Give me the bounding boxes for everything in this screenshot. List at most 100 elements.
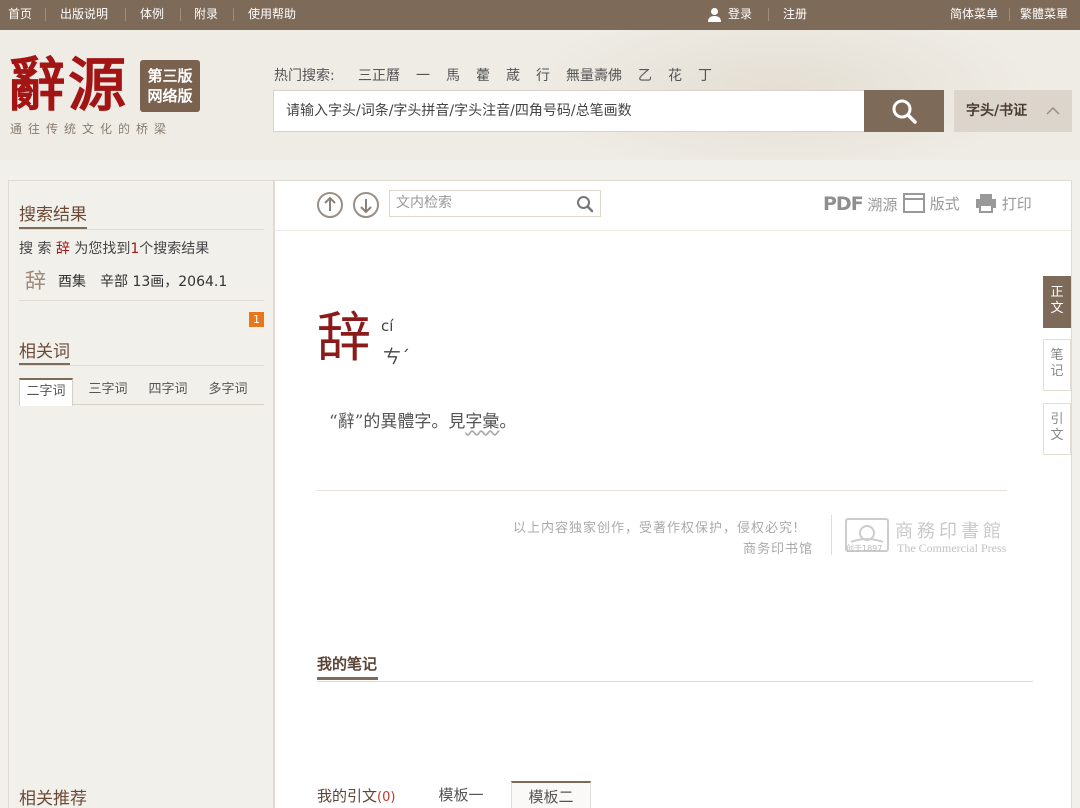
result-suffix: 个搜索结果 xyxy=(139,241,210,257)
entry-content-panel: 文内检索 PDF 溯源 版式 打印 辞 cí ㄘˊ “辭”的異體字。見字彙。 以… xyxy=(274,180,1072,808)
main-search-input[interactable]: 请输入字头/词条/字头拼音/字头注音/四角号码/总笔画数 xyxy=(273,90,865,132)
previous-entry-button[interactable] xyxy=(317,192,343,218)
result-count: 1 xyxy=(130,241,140,257)
arrow-up-icon xyxy=(324,196,336,211)
next-entry-button[interactable] xyxy=(353,192,379,218)
register-link[interactable]: 注册 xyxy=(783,0,807,30)
hot-search-word[interactable]: 花 xyxy=(668,68,682,84)
nav-style-guide-link[interactable]: 体例 xyxy=(140,0,164,30)
nav-divider xyxy=(768,8,769,21)
arrow-down-icon xyxy=(360,199,372,214)
print-button[interactable]: 打印 xyxy=(975,193,1032,214)
my-notes-title[interactable]: 我的笔记 xyxy=(317,653,377,674)
result-info: 酉集 辛部 13画，2064.1 xyxy=(58,274,228,290)
search-button[interactable] xyxy=(864,90,944,132)
chevron-up-icon xyxy=(1046,90,1060,132)
zhuyin: ㄘˊ xyxy=(383,347,410,368)
search-icon xyxy=(892,99,917,124)
nav-divider xyxy=(233,8,234,21)
edition-badge: 第三版 网络版 xyxy=(140,60,200,112)
divider xyxy=(19,365,264,366)
hot-search-words: 三正曆一馬藿葴行無量壽佛乙花丁 xyxy=(358,65,728,85)
side-tab-label: 正文 xyxy=(1050,285,1064,316)
nav-home-link[interactable]: 首页 xyxy=(8,0,32,30)
nav-appendix-link[interactable]: 附录 xyxy=(194,0,218,30)
hot-search-word[interactable]: 乙 xyxy=(638,68,652,84)
result-prefix: 搜 索 xyxy=(19,241,52,257)
tab-multi-char-words[interactable]: 多字词 xyxy=(205,378,251,405)
count-badge: 1 xyxy=(249,312,264,327)
hot-search-word[interactable]: 馬 xyxy=(446,68,460,84)
search-type-dropdown[interactable]: 字头/书证 xyxy=(954,90,1072,132)
login-link[interactable]: 登录 xyxy=(728,0,752,30)
word-length-tabs: 二字词 三字词 四字词 多字词 xyxy=(19,378,264,406)
cross-reference-link[interactable]: 字彙 xyxy=(465,412,499,432)
hot-search-word[interactable]: 無量壽佛 xyxy=(566,68,622,84)
tab-two-char-words[interactable]: 二字词 xyxy=(19,378,73,406)
nav-publication-notes-link[interactable]: 出版说明 xyxy=(60,0,108,30)
side-tab-label: 笔记 xyxy=(1050,348,1064,379)
headword: 辞 xyxy=(317,306,371,369)
tab-three-char-words[interactable]: 三字词 xyxy=(85,378,131,405)
title-underline xyxy=(317,677,378,680)
layout-button[interactable]: 版式 xyxy=(903,193,960,214)
related-recommendations-title: 相关推荐 xyxy=(19,789,87,808)
search-type-label: 字头/书证 xyxy=(966,103,1028,119)
result-list-item[interactable]: 辞酉集 辛部 13画，2064.1 xyxy=(25,265,227,295)
layout-icon xyxy=(903,193,925,213)
search-result-summary: 搜 索 辞 为您找到1个搜索结果 xyxy=(19,238,209,258)
publisher-name: 商務印書館 xyxy=(895,521,1005,542)
printer-icon xyxy=(976,194,996,213)
hot-search-word[interactable]: 藿 xyxy=(476,68,490,84)
divider xyxy=(19,229,264,230)
side-tab-notes[interactable]: 笔记 xyxy=(1043,339,1071,391)
in-text-search-placeholder: 文内检索 xyxy=(396,195,452,211)
definition-part: “辭”的異體字。見 xyxy=(329,412,466,432)
citations-count: (0) xyxy=(377,790,396,805)
result-mid: 为您找到 xyxy=(74,241,131,257)
tab-template-two[interactable]: 模板二 xyxy=(511,781,591,808)
result-query: 辞 xyxy=(55,241,70,257)
hot-search-word[interactable]: 一 xyxy=(416,68,430,84)
nav-divider xyxy=(45,8,46,21)
tab-my-citations[interactable]: 我的引文(0) xyxy=(317,785,395,806)
nav-divider xyxy=(1009,8,1010,21)
nav-divider xyxy=(125,8,126,21)
hot-search-word[interactable]: 行 xyxy=(536,68,550,84)
user-icon xyxy=(707,0,722,30)
definition-text: “辭”的異體字。見字彙。 xyxy=(329,407,516,432)
result-char: 辞 xyxy=(25,269,46,293)
divider xyxy=(19,300,264,301)
left-sidebar: 搜索结果 搜 索 辞 为您找到1个搜索结果 辞酉集 辛部 13画，2064.1 … xyxy=(8,180,274,808)
publisher-founded: 创于1897 xyxy=(846,544,883,553)
edition-badge-line1: 第三版 xyxy=(147,67,193,85)
copyright-notice: 以上内容独家创作，受著作权保护，侵权必究! xyxy=(513,521,800,536)
print-label: 打印 xyxy=(1001,195,1032,213)
divider xyxy=(831,515,832,555)
simplified-menu-link[interactable]: 简体菜单 xyxy=(950,0,998,30)
side-tab-main-text[interactable]: 正文 xyxy=(1043,276,1071,328)
nav-divider xyxy=(180,8,181,21)
hot-search-label: 热门搜索: xyxy=(274,68,335,84)
source-pdf-button[interactable]: PDF 溯源 xyxy=(823,193,897,215)
citations-label: 我的引文 xyxy=(317,787,378,805)
site-logo[interactable]: 辭源 xyxy=(8,52,128,118)
side-tab-citations[interactable]: 引文 xyxy=(1043,403,1071,455)
edition-badge-line2: 网络版 xyxy=(147,87,193,105)
hot-search-word[interactable]: 丁 xyxy=(698,68,712,84)
traditional-menu-link[interactable]: 繁體菜單 xyxy=(1020,0,1068,30)
layout-label: 版式 xyxy=(929,195,960,213)
search-icon xyxy=(577,196,594,213)
hot-search-word[interactable]: 葴 xyxy=(506,68,520,84)
pdf-icon: PDF xyxy=(823,193,864,215)
definition-part: 。 xyxy=(499,412,517,432)
nav-help-link[interactable]: 使用帮助 xyxy=(248,0,296,30)
tab-template-one[interactable]: 模板一 xyxy=(429,781,493,808)
search-results-title: 搜索结果 xyxy=(19,205,87,225)
content-toolbar: 文内检索 PDF 溯源 版式 打印 xyxy=(275,181,1071,231)
hot-search-word[interactable]: 三正曆 xyxy=(358,68,400,84)
divider xyxy=(317,681,1033,682)
in-text-search-input[interactable]: 文内检索 xyxy=(389,190,601,217)
copyright-owner: 商务印书馆 xyxy=(743,542,814,557)
tab-four-char-words[interactable]: 四字词 xyxy=(145,378,191,405)
